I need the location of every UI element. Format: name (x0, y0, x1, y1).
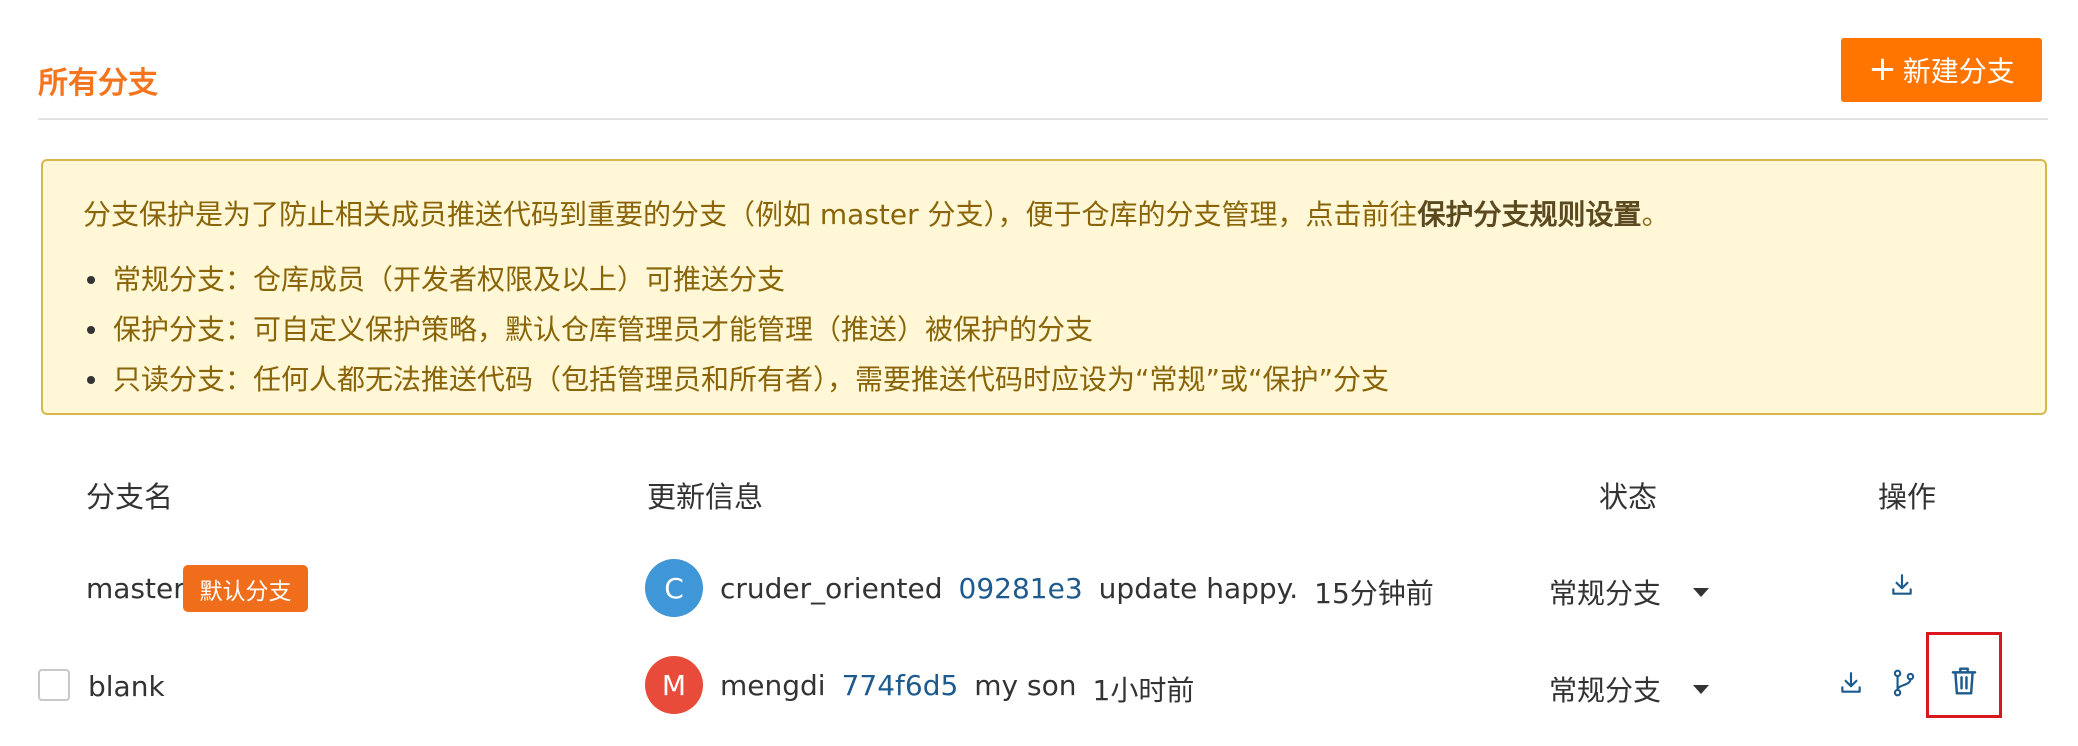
branch-status-value: 常规分支 (1549, 674, 1662, 707)
branch-name-link[interactable]: blank (88, 670, 165, 703)
commit-hash[interactable]: 774f6d5 (842, 669, 959, 709)
branch-protection-notice: 分支保护是为了防止相关成员推送代码到重要的分支（例如 master 分支），便于… (41, 159, 2047, 415)
commit-author[interactable]: cruder_oriented (720, 572, 943, 612)
new-branch-label: 新建分支 (1902, 55, 2015, 88)
plus-icon: + (1868, 48, 1897, 89)
commit-info: cruder_oriented 09281e3 update happy. 15… (720, 572, 1434, 612)
column-header-actions: 操作 (1878, 480, 1937, 514)
download-icon[interactable] (1887, 570, 1917, 600)
delete-highlight-box (1926, 632, 2002, 718)
default-branch-badge: 默认分支 (183, 565, 308, 612)
commit-hash[interactable]: 09281e3 (959, 572, 1083, 612)
notice-item: 常规分支：仓库成员（开发者权限及以上）可推送分支 (83, 255, 1389, 305)
commit-message: update happy. (1098, 572, 1299, 605)
download-icon[interactable] (1836, 668, 1866, 698)
branch-status-value: 常规分支 (1549, 577, 1662, 610)
page-title: 所有分支 (38, 66, 158, 101)
commit-info: mengdi 774f6d5 my son 1小时前 (720, 669, 1194, 709)
notice-lead: 分支保护是为了防止相关成员推送代码到重要的分支（例如 master 分支），便于… (83, 193, 1670, 233)
row-checkbox[interactable] (38, 669, 70, 701)
branch-status-select[interactable]: 常规分支 (1549, 669, 1710, 709)
protection-rules-link[interactable]: 保护分支规则设置 (1418, 198, 1642, 231)
header-divider (38, 118, 2048, 120)
notice-item: 只读分支：任何人都无法推送代码（包括管理员和所有者），需要推送代码时应设为“常规… (83, 355, 1389, 405)
column-header-update: 更新信息 (647, 480, 764, 514)
bullet-icon (87, 276, 95, 284)
column-header-status: 状态 (1599, 480, 1658, 514)
commit-author[interactable]: mengdi (720, 669, 826, 709)
notice-lead-text: 分支保护是为了防止相关成员推送代码到重要的分支（例如 master 分支），便于… (83, 198, 1418, 231)
git-branch-icon[interactable] (1889, 666, 1919, 700)
bullet-icon (87, 376, 95, 384)
notice-list: 常规分支：仓库成员（开发者权限及以上）可推送分支 保护分支：可自定义保护策略，默… (83, 255, 1389, 405)
notice-item: 保护分支：可自定义保护策略，默认仓库管理员才能管理（推送）被保护的分支 (83, 305, 1389, 355)
new-branch-button[interactable]: + 新建分支 (1841, 38, 2042, 102)
bullet-icon (87, 326, 95, 334)
chevron-down-icon (1693, 684, 1710, 694)
commit-message: my son (974, 669, 1077, 702)
notice-lead-end: 。 (1641, 198, 1670, 231)
branch-status-select[interactable]: 常规分支 (1549, 572, 1710, 612)
commit-time: 15分钟前 (1314, 577, 1434, 610)
column-header-name: 分支名 (86, 480, 174, 514)
avatar[interactable]: C (645, 559, 703, 617)
chevron-down-icon (1693, 587, 1710, 597)
commit-time: 1小时前 (1092, 674, 1195, 707)
avatar[interactable]: M (645, 656, 703, 714)
branch-name-link[interactable]: master (86, 572, 185, 605)
